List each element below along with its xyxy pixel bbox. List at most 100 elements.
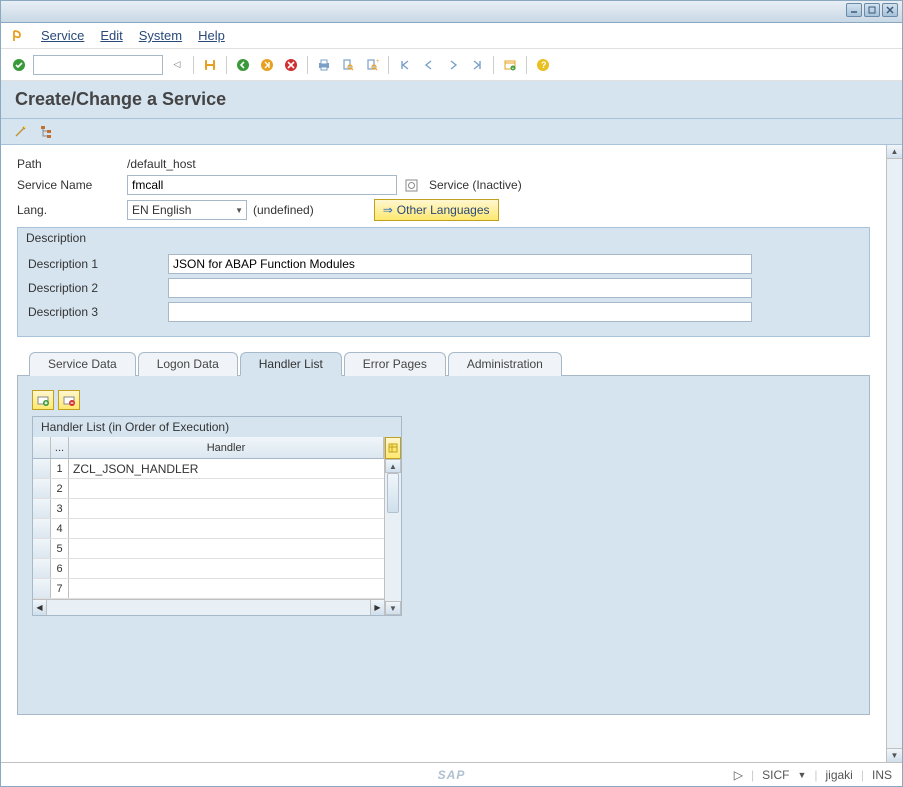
- main-vscroll-down[interactable]: ▼: [887, 748, 902, 762]
- handler-table-title: Handler List (in Order of Execution): [33, 417, 401, 437]
- grid-hscroll-right[interactable]: ▶: [370, 600, 384, 615]
- enter-icon[interactable]: [9, 55, 29, 75]
- row-selector[interactable]: [33, 579, 51, 598]
- wand-icon[interactable]: [11, 122, 31, 142]
- path-value: /default_host: [127, 157, 196, 171]
- tree-icon[interactable]: [37, 122, 57, 142]
- service-name-label: Service Name: [17, 178, 127, 192]
- handler-cell[interactable]: [69, 479, 384, 498]
- grid-vscroll-up[interactable]: ▲: [385, 459, 401, 473]
- description2-input[interactable]: [168, 278, 752, 298]
- tab-panel: Handler List (in Order of Execution) ...…: [17, 375, 870, 715]
- tab-administration[interactable]: Administration: [448, 352, 562, 376]
- row-number: 2: [51, 479, 69, 498]
- lang-select[interactable]: EN English: [127, 200, 247, 220]
- back-icon[interactable]: [233, 55, 253, 75]
- row-selector[interactable]: [33, 559, 51, 578]
- tab-logon-data[interactable]: Logon Data: [138, 352, 238, 376]
- other-languages-button[interactable]: ⇒ Other Languages: [374, 199, 499, 221]
- handler-cell[interactable]: ZCL_JSON_HANDLER: [69, 459, 384, 478]
- exit-icon[interactable]: [257, 55, 277, 75]
- command-field[interactable]: [33, 55, 163, 75]
- find-next-icon[interactable]: +: [362, 55, 382, 75]
- table-row: 1ZCL_JSON_HANDLER: [33, 459, 384, 479]
- sap-logo-icon: [9, 28, 25, 44]
- lang-undefined-text: (undefined): [253, 203, 314, 217]
- status-user: jigaki: [826, 768, 853, 782]
- row-selector[interactable]: [33, 539, 51, 558]
- tab-strip: Service Data Logon Data Handler List Err…: [29, 352, 870, 376]
- save-icon[interactable]: [200, 55, 220, 75]
- menu-help[interactable]: Help: [198, 28, 225, 43]
- grid-header-selector[interactable]: [33, 437, 51, 458]
- tab-handler-list[interactable]: Handler List: [240, 352, 342, 376]
- description-group: Description Description 1 Description 2 …: [17, 227, 870, 337]
- menu-service[interactable]: Service: [41, 28, 84, 43]
- service-name-input[interactable]: [127, 175, 397, 195]
- maximize-button[interactable]: [864, 3, 880, 17]
- grid-hscroll-left[interactable]: ◀: [33, 600, 47, 615]
- svg-text:+: +: [376, 59, 379, 65]
- svg-text:+: +: [512, 66, 515, 72]
- status-mode: INS: [872, 768, 892, 782]
- row-selector[interactable]: [33, 499, 51, 518]
- toolbar: ◁ +: [1, 49, 902, 81]
- statusbar: SAP ▷ | SICF ▼ | jigaki | INS: [1, 762, 902, 786]
- help-icon[interactable]: ?: [533, 55, 553, 75]
- last-page-icon[interactable]: [467, 55, 487, 75]
- handler-cell[interactable]: [69, 519, 384, 538]
- path-label: Path: [17, 157, 127, 171]
- row-number: 5: [51, 539, 69, 558]
- sap-footer-logo: SAP: [438, 768, 466, 782]
- description1-input[interactable]: [168, 254, 752, 274]
- grid-vscroll-down[interactable]: ▼: [385, 601, 401, 615]
- close-button[interactable]: [882, 3, 898, 17]
- main-vscroll-up[interactable]: ▲: [887, 145, 902, 159]
- status-nav-icon[interactable]: ▷: [734, 768, 743, 782]
- handler-grid: ... Handler 1ZCL_JSON_HANDLER234567 ◀ ▶: [33, 437, 385, 615]
- status-tcode: SICF: [762, 768, 789, 782]
- tab-error-pages[interactable]: Error Pages: [344, 352, 446, 376]
- find-icon[interactable]: [338, 55, 358, 75]
- description3-input[interactable]: [168, 302, 752, 322]
- service-status-text: Service (Inactive): [429, 178, 522, 192]
- handler-cell[interactable]: [69, 499, 384, 518]
- row-number: 1: [51, 459, 69, 478]
- menu-edit[interactable]: Edit: [100, 28, 122, 43]
- handler-cell[interactable]: [69, 579, 384, 598]
- description1-label: Description 1: [28, 257, 168, 271]
- status-dropdown-icon[interactable]: ▼: [797, 770, 806, 780]
- prev-page-icon[interactable]: [419, 55, 439, 75]
- new-session-icon[interactable]: +: [500, 55, 520, 75]
- arrow-right-icon: ⇒: [383, 203, 393, 217]
- delete-row-button[interactable]: [58, 390, 80, 410]
- row-number: 6: [51, 559, 69, 578]
- service-match-icon[interactable]: [401, 175, 421, 195]
- menu-system[interactable]: System: [139, 28, 182, 43]
- row-selector[interactable]: [33, 459, 51, 478]
- first-page-icon[interactable]: [395, 55, 415, 75]
- main-vscroll[interactable]: ▲ ▼: [886, 145, 902, 762]
- next-page-icon[interactable]: [443, 55, 463, 75]
- history-dropdown-icon[interactable]: ◁: [167, 55, 187, 75]
- table-row: 2: [33, 479, 384, 499]
- row-selector[interactable]: [33, 519, 51, 538]
- insert-row-button[interactable]: [32, 390, 54, 410]
- handler-cell[interactable]: [69, 539, 384, 558]
- sub-toolbar: [1, 119, 902, 145]
- table-row: 5: [33, 539, 384, 559]
- handler-table-group: Handler List (in Order of Execution) ...…: [32, 416, 402, 616]
- tab-service-data[interactable]: Service Data: [29, 352, 136, 376]
- row-selector[interactable]: [33, 479, 51, 498]
- handler-cell[interactable]: [69, 559, 384, 578]
- page-title: Create/Change a Service: [1, 81, 902, 119]
- grid-vscroll-thumb[interactable]: [387, 473, 399, 513]
- menubar: Service Edit System Help: [1, 23, 902, 49]
- table-row: 7: [33, 579, 384, 599]
- minimize-button[interactable]: [846, 3, 862, 17]
- grid-vscroll[interactable]: ▲ ▼: [385, 437, 401, 615]
- cancel-icon[interactable]: [281, 55, 301, 75]
- print-icon[interactable]: [314, 55, 334, 75]
- grid-config-button[interactable]: [385, 437, 401, 459]
- grid-header-handler: Handler: [69, 437, 384, 458]
